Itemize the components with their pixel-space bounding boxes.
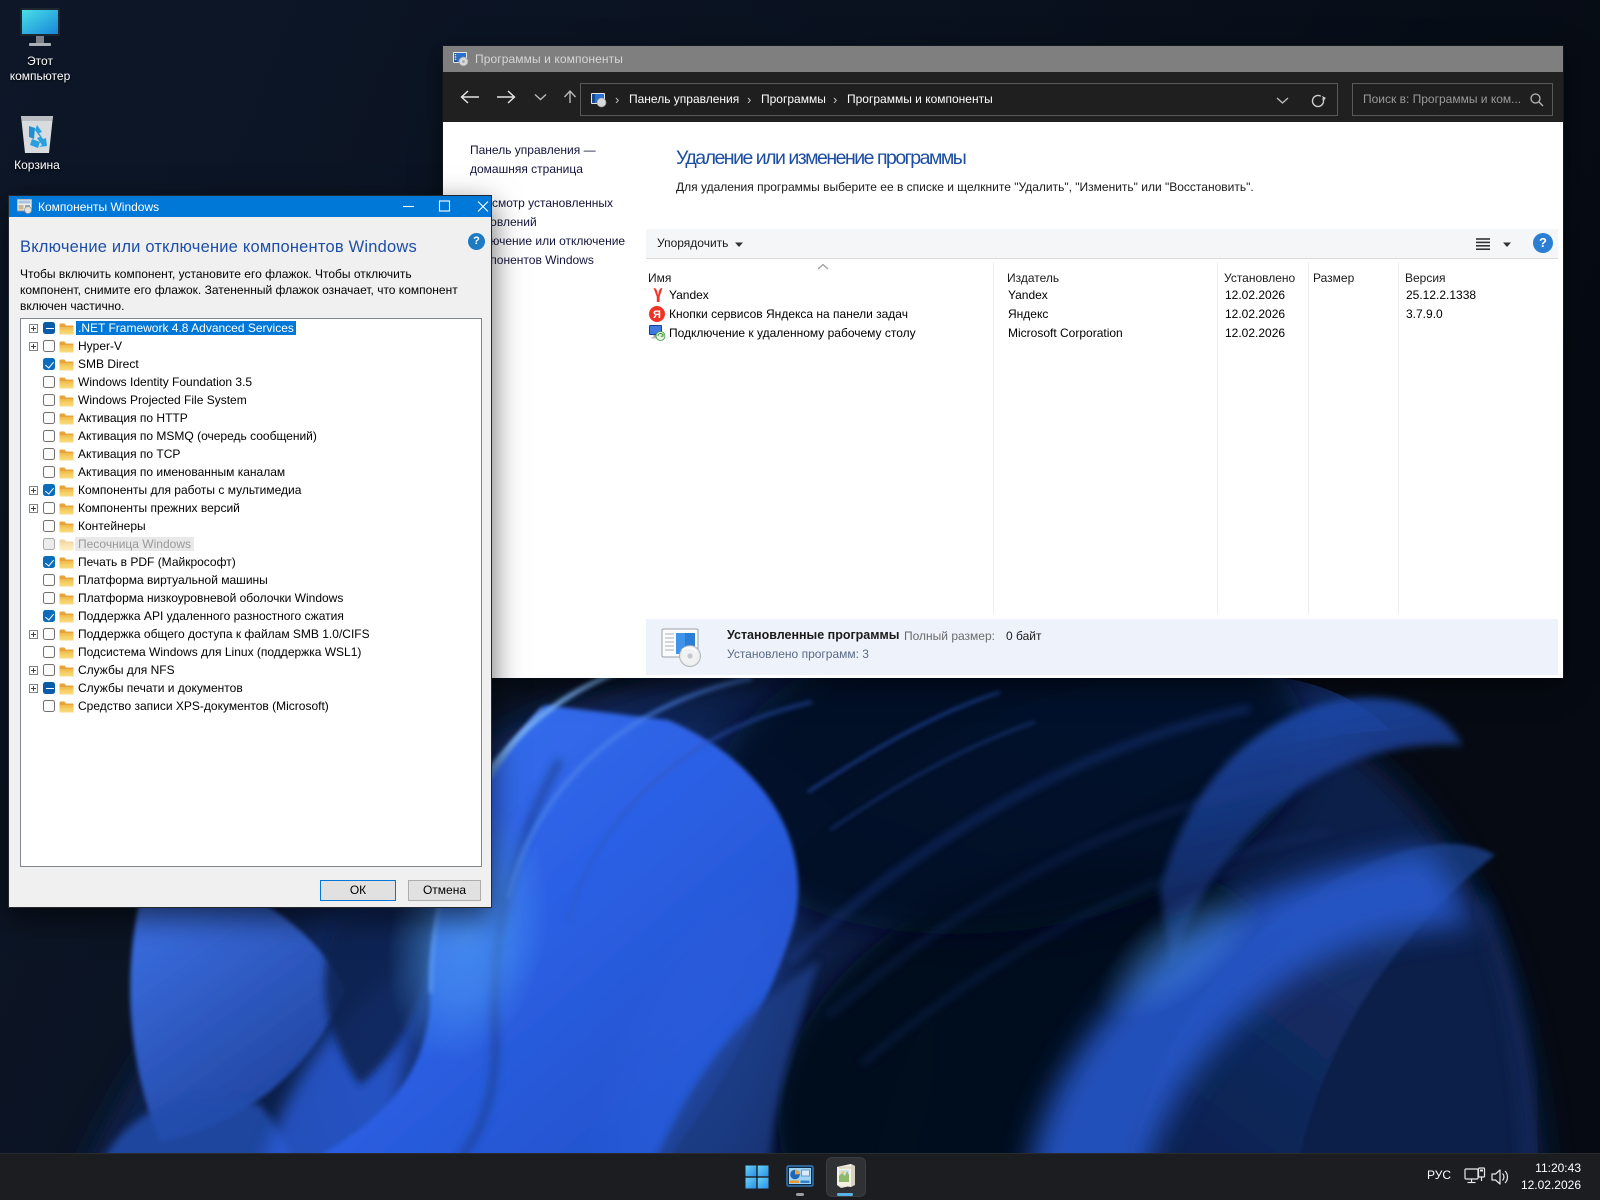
svg-text:Я: Я xyxy=(653,309,661,321)
